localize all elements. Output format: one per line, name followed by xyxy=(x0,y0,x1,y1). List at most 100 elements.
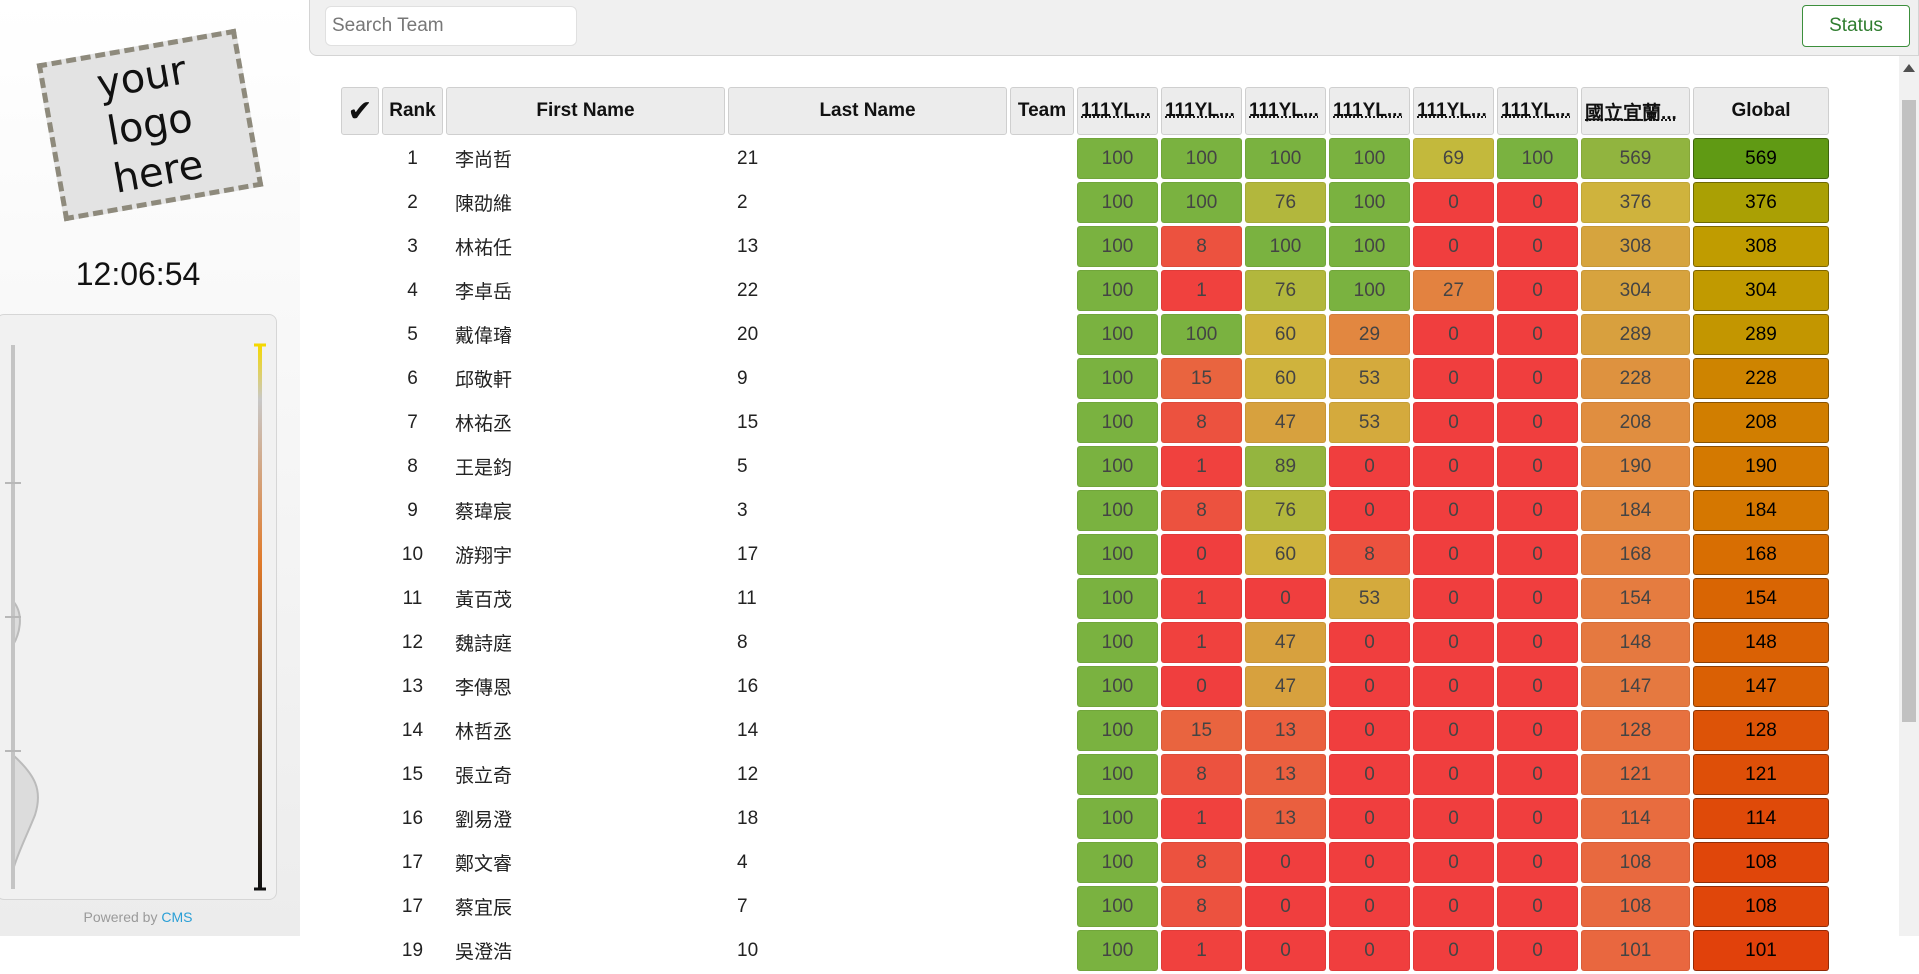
first-name-cell: 游翔宇 xyxy=(446,534,725,575)
table-row[interactable]: 12 魏詩庭 8 100 1 47 0 0 0 148 148 xyxy=(341,622,1829,663)
table-row[interactable]: 19 吳澄浩 10 100 1 0 0 0 0 101 101 xyxy=(341,930,1829,971)
row-select-cell[interactable] xyxy=(341,666,379,707)
task-header-3[interactable]: 111YL... xyxy=(1245,87,1326,135)
task-score-cell-1: 100 xyxy=(1077,930,1158,971)
powered-by-prefix: Powered by xyxy=(84,909,162,925)
scroll-thumb[interactable] xyxy=(1902,100,1916,722)
task-score-cell-1: 100 xyxy=(1077,182,1158,223)
task-score-cell-6: 0 xyxy=(1497,402,1578,443)
row-select-cell[interactable] xyxy=(341,182,379,223)
task-score-cell-3: 0 xyxy=(1245,930,1326,971)
task-score-cell-1: 100 xyxy=(1077,402,1158,443)
scroll-up-arrow-icon[interactable] xyxy=(1903,64,1915,72)
task-score-cell-2: 100 xyxy=(1161,182,1242,223)
rank-cell: 8 xyxy=(382,446,443,487)
status-button[interactable]: Status xyxy=(1802,5,1910,47)
last-name-cell: 18 xyxy=(728,798,1007,839)
task-score-cell-1: 100 xyxy=(1077,710,1158,751)
task-score-cell-4: 0 xyxy=(1329,798,1410,839)
task-score-cell-1: 100 xyxy=(1077,138,1158,179)
task-score-cell-1: 100 xyxy=(1077,886,1158,927)
task-score-cell-3: 76 xyxy=(1245,270,1326,311)
contest-score-cell: 121 xyxy=(1581,754,1690,795)
table-row[interactable]: 16 劉易澄 18 100 1 13 0 0 0 114 114 xyxy=(341,798,1829,839)
search-team-input[interactable] xyxy=(325,6,577,46)
team-cell xyxy=(1010,622,1074,663)
task-score-cell-6: 0 xyxy=(1497,490,1578,531)
rank-cell: 16 xyxy=(382,798,443,839)
table-row[interactable]: 10 游翔宇 17 100 0 60 8 0 0 168 168 xyxy=(341,534,1829,575)
contest-clock: 12:06:54 xyxy=(0,256,276,293)
table-row[interactable]: 13 李傳恩 16 100 0 47 0 0 0 147 147 xyxy=(341,666,1829,707)
table-row[interactable]: 7 林祐丞 15 100 8 47 53 0 0 208 208 xyxy=(341,402,1829,443)
row-select-cell[interactable] xyxy=(341,138,379,179)
row-select-cell[interactable] xyxy=(341,358,379,399)
row-select-cell[interactable] xyxy=(341,270,379,311)
rank-cell: 15 xyxy=(382,754,443,795)
rank-header[interactable]: Rank xyxy=(382,87,443,135)
team-header[interactable]: Team xyxy=(1010,87,1074,135)
first-name-header[interactable]: First Name xyxy=(446,87,725,135)
contest-score-cell: 304 xyxy=(1581,270,1690,311)
task-score-cell-6: 0 xyxy=(1497,578,1578,619)
table-row[interactable]: 2 陳劭維 2 100 100 76 100 0 0 376 376 xyxy=(341,182,1829,223)
first-name-cell: 蔡宜辰 xyxy=(446,886,725,927)
table-row[interactable]: 14 林哲丞 14 100 15 13 0 0 0 128 128 xyxy=(341,710,1829,751)
task-header-2[interactable]: 111YL... xyxy=(1161,87,1242,135)
team-cell xyxy=(1010,754,1074,795)
task-header-1[interactable]: 111YL... xyxy=(1077,87,1158,135)
first-name-cell: 吳澄浩 xyxy=(446,930,725,971)
row-select-cell[interactable] xyxy=(341,622,379,663)
contest-header[interactable]: 國立宜蘭... xyxy=(1581,87,1690,135)
table-row[interactable]: 3 林祐任 13 100 8 100 100 0 0 308 308 xyxy=(341,226,1829,267)
selection-header[interactable]: ✔ xyxy=(341,87,379,135)
ranking-table: ✔ Rank First Name Last Name Team 111YL..… xyxy=(338,84,1832,974)
row-select-cell[interactable] xyxy=(341,842,379,883)
table-row[interactable]: 11 黃百茂 11 100 1 0 53 0 0 154 154 xyxy=(341,578,1829,619)
row-select-cell[interactable] xyxy=(341,578,379,619)
last-name-cell: 10 xyxy=(728,930,1007,971)
task-header-4[interactable]: 111YL... xyxy=(1329,87,1410,135)
task-score-cell-2: 1 xyxy=(1161,270,1242,311)
table-row[interactable]: 9 蔡瑋宸 3 100 8 76 0 0 0 184 184 xyxy=(341,490,1829,531)
task-header-5[interactable]: 111YL... xyxy=(1413,87,1494,135)
row-select-cell[interactable] xyxy=(341,930,379,971)
last-name-cell: 7 xyxy=(728,886,1007,927)
row-select-cell[interactable] xyxy=(341,490,379,531)
row-select-cell[interactable] xyxy=(341,226,379,267)
vertical-scrollbar[interactable] xyxy=(1899,56,1919,936)
row-select-cell[interactable] xyxy=(341,798,379,839)
task-score-cell-2: 1 xyxy=(1161,798,1242,839)
row-select-cell[interactable] xyxy=(341,534,379,575)
row-select-cell[interactable] xyxy=(341,446,379,487)
first-name-cell: 李尚哲 xyxy=(446,138,725,179)
contest-score-cell: 376 xyxy=(1581,182,1690,223)
task-score-cell-4: 100 xyxy=(1329,138,1410,179)
table-row[interactable]: 5 戴偉璿 20 100 100 60 29 0 0 289 289 xyxy=(341,314,1829,355)
table-row[interactable]: 1 李尚哲 21 100 100 100 100 69 100 569 569 xyxy=(341,138,1829,179)
row-select-cell[interactable] xyxy=(341,886,379,927)
task-score-cell-5: 0 xyxy=(1413,578,1494,619)
task-score-cell-2: 15 xyxy=(1161,710,1242,751)
table-row[interactable]: 15 張立奇 12 100 8 13 0 0 0 121 121 xyxy=(341,754,1829,795)
contest-score-cell: 228 xyxy=(1581,358,1690,399)
task-header-6[interactable]: 111YL... xyxy=(1497,87,1578,135)
row-select-cell[interactable] xyxy=(341,314,379,355)
table-row[interactable]: 8 王是鈞 5 100 1 89 0 0 0 190 190 xyxy=(341,446,1829,487)
table-row[interactable]: 6 邱敬軒 9 100 15 60 53 0 0 228 228 xyxy=(341,358,1829,399)
global-header[interactable]: Global xyxy=(1693,87,1829,135)
table-row[interactable]: 17 鄭文睿 4 100 8 0 0 0 0 108 108 xyxy=(341,842,1829,883)
rank-cell: 9 xyxy=(382,490,443,531)
row-select-cell[interactable] xyxy=(341,710,379,751)
global-score-cell: 376 xyxy=(1693,182,1829,223)
task-score-cell-3: 76 xyxy=(1245,182,1326,223)
cms-link[interactable]: CMS xyxy=(161,909,192,925)
task-score-cell-6: 0 xyxy=(1497,182,1578,223)
global-score-cell: 184 xyxy=(1693,490,1829,531)
table-row[interactable]: 17 蔡宜辰 7 100 8 0 0 0 0 108 108 xyxy=(341,886,1829,927)
task-score-cell-6: 0 xyxy=(1497,270,1578,311)
row-select-cell[interactable] xyxy=(341,402,379,443)
row-select-cell[interactable] xyxy=(341,754,379,795)
last-name-header[interactable]: Last Name xyxy=(728,87,1007,135)
table-row[interactable]: 4 李卓岳 22 100 1 76 100 27 0 304 304 xyxy=(341,270,1829,311)
